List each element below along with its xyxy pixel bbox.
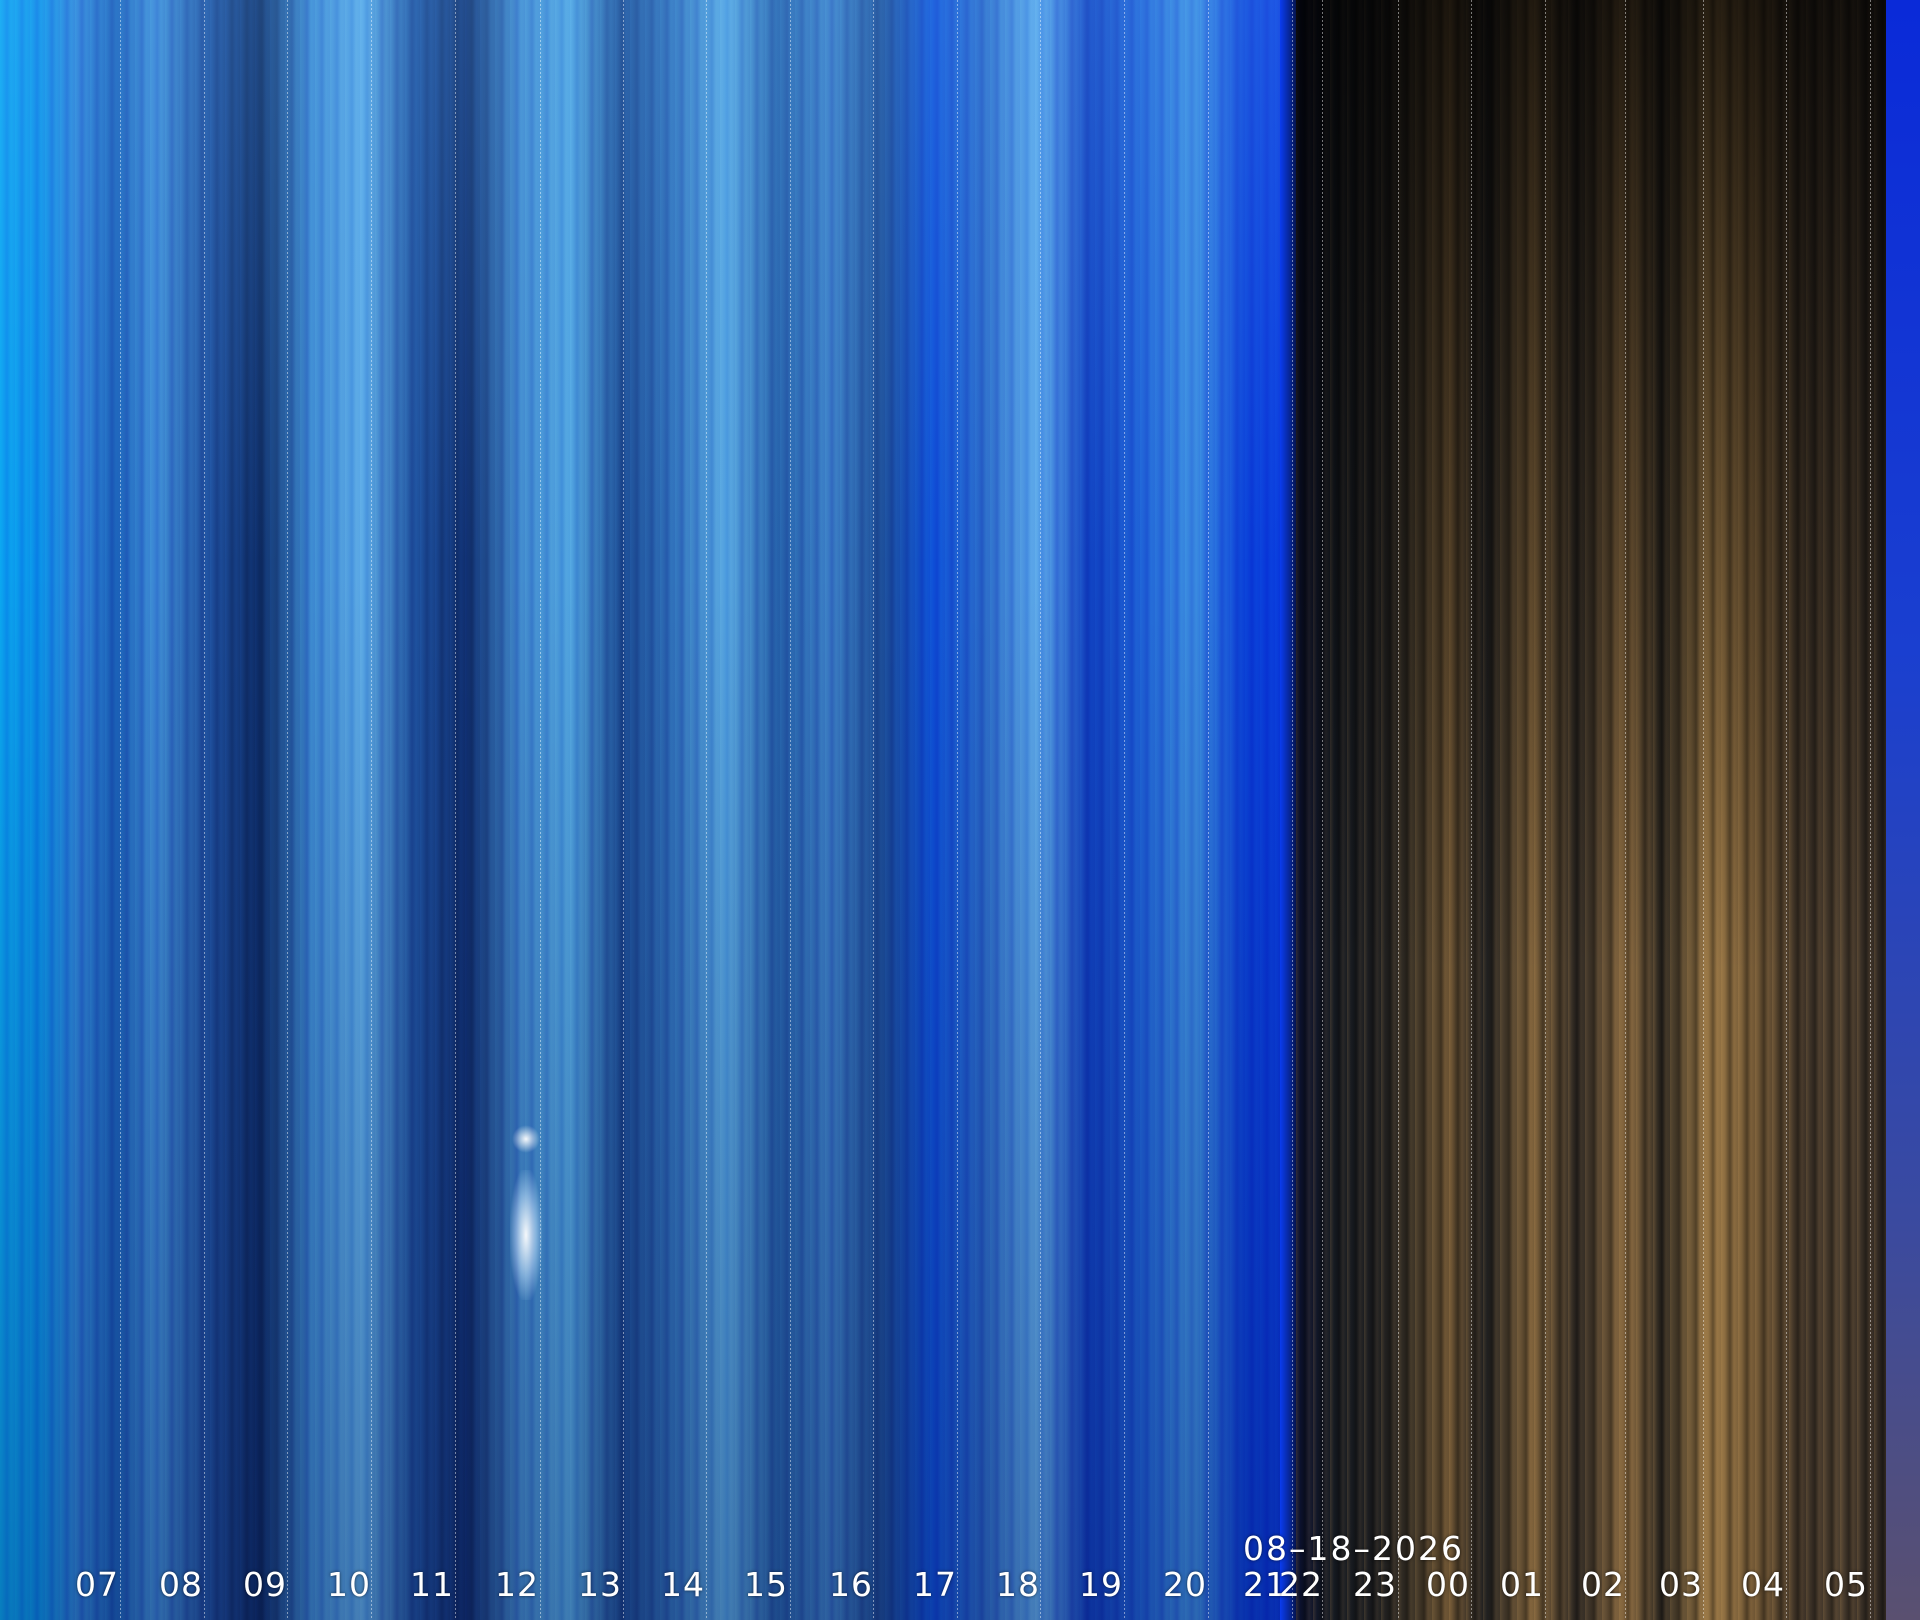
hour-label: 12 <box>495 1565 539 1604</box>
hour-label: 18 <box>996 1565 1040 1604</box>
hour-label: 08 <box>159 1565 203 1604</box>
hour-gridline <box>1625 0 1626 1620</box>
hour-gridline <box>1398 0 1399 1620</box>
hour-label: 03 <box>1659 1565 1703 1604</box>
hour-gridline <box>1471 0 1472 1620</box>
hour-label: 23 <box>1353 1565 1397 1604</box>
dawn-edge-band <box>1886 0 1920 1620</box>
light-glare <box>512 1125 540 1153</box>
hour-gridline <box>1786 0 1787 1620</box>
hour-label: 07 <box>75 1565 119 1604</box>
hour-label: 14 <box>661 1565 705 1604</box>
light-glare-streak <box>510 1170 542 1300</box>
hour-gridline <box>873 0 874 1620</box>
hour-gridline <box>1208 0 1209 1620</box>
hour-label: 17 <box>913 1565 957 1604</box>
hour-gridline <box>1124 0 1125 1620</box>
hour-gridline <box>1870 0 1871 1620</box>
hour-label: 05 <box>1824 1565 1868 1604</box>
date-label: 08–18–2026 <box>1243 1529 1464 1568</box>
hour-label: 00 <box>1426 1565 1470 1604</box>
hour-gridline <box>287 0 288 1620</box>
hour-label: 19 <box>1079 1565 1123 1604</box>
timelapse-slitscan-image: 08–18–2026 07 08 09 10 11 12 13 14 15 16… <box>0 0 1920 1620</box>
hour-gridline <box>455 0 456 1620</box>
hour-label: 01 <box>1500 1565 1544 1604</box>
hour-gridline <box>1703 0 1704 1620</box>
hour-gridline <box>957 0 958 1620</box>
hour-gridline <box>706 0 707 1620</box>
hour-gridline <box>371 0 372 1620</box>
hour-label: 09 <box>243 1565 287 1604</box>
hour-label: 15 <box>744 1565 788 1604</box>
hour-label: 16 <box>829 1565 873 1604</box>
hour-label: 20 <box>1163 1565 1207 1604</box>
hour-gridline <box>204 0 205 1620</box>
hour-gridline <box>1040 0 1041 1620</box>
hour-gridline <box>540 0 541 1620</box>
hour-label: 02 <box>1581 1565 1625 1604</box>
hour-label: 22 <box>1279 1565 1323 1604</box>
hour-label: 11 <box>410 1565 454 1604</box>
hour-gridline <box>1545 0 1546 1620</box>
hour-gridline <box>623 0 624 1620</box>
hour-gridline <box>1292 0 1293 1620</box>
hour-label: 13 <box>578 1565 622 1604</box>
hour-label: 04 <box>1741 1565 1785 1604</box>
hour-gridline <box>1322 0 1323 1620</box>
hour-label: 10 <box>327 1565 371 1604</box>
hour-gridline <box>120 0 121 1620</box>
hour-gridline <box>790 0 791 1620</box>
